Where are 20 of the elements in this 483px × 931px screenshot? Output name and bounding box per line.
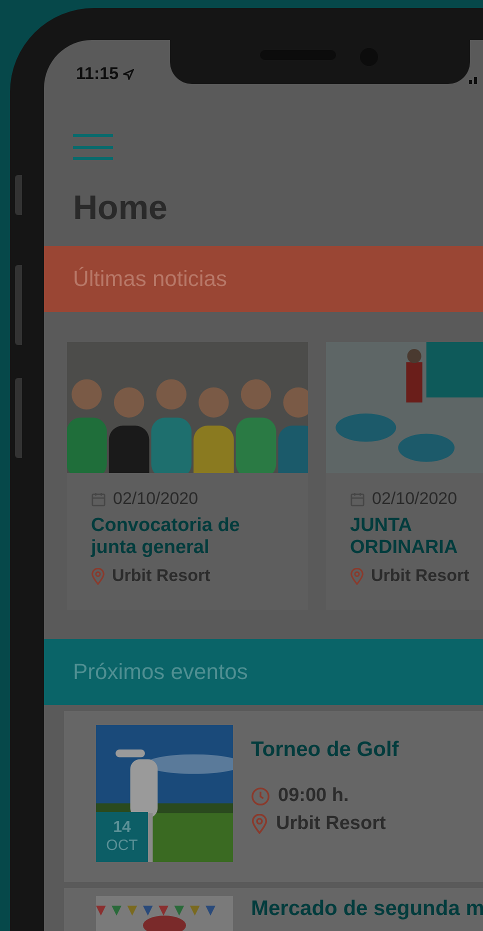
event-location: Urbit Resort	[276, 813, 386, 835]
event-title: Torneo de Golf	[251, 739, 399, 761]
status-time: 11:15	[76, 64, 134, 84]
location-arrow-icon	[122, 68, 134, 80]
calendar-icon	[350, 492, 365, 506]
date-badge: 14 OCT	[96, 812, 148, 862]
location-pin-icon	[251, 814, 268, 834]
news-title: Convocatoria de junta general	[91, 515, 241, 559]
event-card[interactable]: Mercado de segunda m	[64, 888, 483, 931]
menu-button[interactable]	[73, 134, 113, 160]
event-title: Mercado de segunda m	[251, 898, 483, 920]
clock-icon	[251, 786, 270, 806]
event-time: 09:00 h.	[278, 785, 349, 807]
calendar-icon	[91, 492, 106, 506]
location-pin-icon	[91, 568, 105, 584]
news-title: JUNTA ORDINARIA	[350, 515, 459, 559]
location-pin-icon	[350, 568, 364, 584]
event-card[interactable]: 14 OCT Torneo de Golf 09:00 h. Urbit Resort	[64, 711, 483, 882]
signal-icon	[469, 76, 479, 84]
section-header: Próximos eventos	[44, 639, 483, 705]
